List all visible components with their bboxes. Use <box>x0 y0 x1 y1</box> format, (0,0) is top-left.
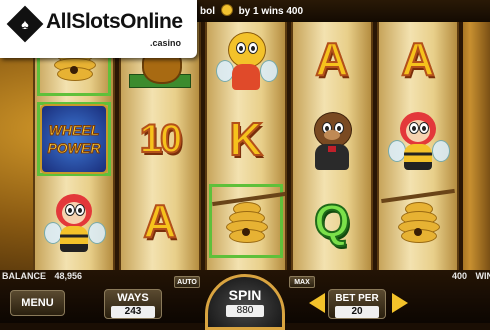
balance-display: BALANCE 48,956 <box>2 271 82 281</box>
wheel-power-line2: POWER <box>47 140 101 157</box>
symbol-a: A <box>295 22 369 96</box>
reel-1: WHEEL POWER <box>33 22 115 270</box>
reel-4: A Q <box>291 22 373 270</box>
symbol-a-text: A <box>400 32 435 86</box>
bet-per-label: BET PER <box>335 293 379 304</box>
symbol-k-text: K <box>228 112 263 166</box>
beehive-icon <box>226 198 268 244</box>
logo-name: AllSlotsOnline <box>46 10 183 33</box>
ways-label: WAYS <box>117 292 149 304</box>
symbol-a-text: A <box>142 194 177 248</box>
queen-bee-icon <box>388 106 450 172</box>
symbol-bear-butler <box>295 102 369 176</box>
bet-per-value: 20 <box>335 306 379 318</box>
win-label: WIN <box>475 271 490 281</box>
spin-total-bet: 880 <box>226 305 264 317</box>
spade-icon: ♠ <box>21 16 29 32</box>
symbol-queen-bee <box>37 184 111 258</box>
bet-decrease-arrow-icon[interactable] <box>309 293 325 313</box>
reel-2: 10 A <box>119 22 201 270</box>
symbol-a: A <box>123 184 197 258</box>
bee-waiter-icon <box>216 26 278 92</box>
reel-5: A <box>377 22 459 270</box>
symbol-q: Q <box>295 184 369 258</box>
symbol-beehive <box>209 184 285 258</box>
menu-button[interactable]: MENU <box>10 290 65 316</box>
reel-3: K <box>205 22 287 270</box>
symbol-a-text: A <box>314 32 349 86</box>
reel-area: WHEEL POWER 10 A K A Q A <box>33 22 463 270</box>
wheel-power-icon: WHEEL POWER <box>40 104 108 174</box>
ways-display: WAYS 243 <box>104 289 162 319</box>
win-message-prefix: bol <box>200 6 215 17</box>
wheel-power-line1: WHEEL <box>48 122 100 139</box>
spin-label: SPIN <box>228 287 262 303</box>
symbol-q-text: Q <box>313 194 351 248</box>
bet-increase-arrow-icon[interactable] <box>392 293 408 313</box>
symbol-beehive <box>381 184 455 258</box>
balance-label: BALANCE <box>2 271 46 281</box>
symbol-bee-waiter <box>209 22 283 96</box>
symbol-k: K <box>209 102 283 176</box>
symbol-10: 10 <box>123 102 197 176</box>
win-value: 400 <box>452 271 468 281</box>
beehive-icon <box>398 198 440 244</box>
symbol-a: A <box>381 22 455 96</box>
win-message-text: by 1 wins 400 <box>238 6 304 17</box>
symbol-wheel-power: WHEEL POWER <box>37 102 111 176</box>
win-display: 400 WIN <box>452 271 490 281</box>
ways-value: 243 <box>111 306 155 318</box>
symbol-10-text: 10 <box>139 116 183 162</box>
site-logo: ♠ AllSlotsOnline .casino <box>0 0 197 58</box>
win-message: bol by 1 wins 400 <box>200 4 303 17</box>
max-button[interactable]: MAX <box>289 276 315 288</box>
queen-bee-icon <box>44 188 106 254</box>
auto-button[interactable]: AUTO <box>174 276 200 288</box>
logo-suffix: .casino <box>150 38 182 48</box>
bet-per-display: BET PER 20 <box>328 289 386 319</box>
balance-value: 48,956 <box>54 271 83 281</box>
symbol-queen-bee <box>381 102 455 176</box>
bear-butler-icon <box>302 106 362 172</box>
coin-icon <box>220 4 233 16</box>
